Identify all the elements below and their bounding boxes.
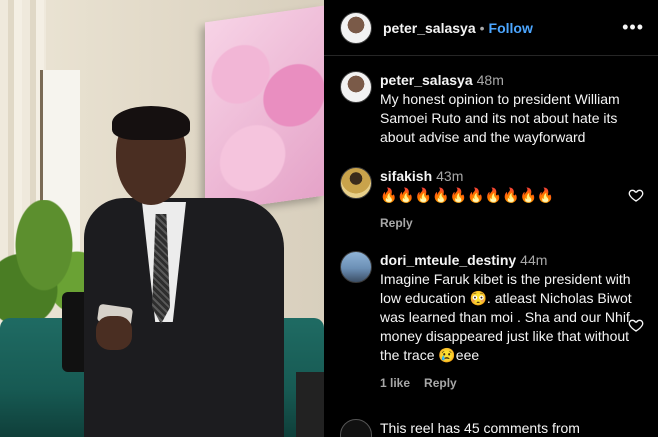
- comments-notice: This reel has 45 comments from: [340, 419, 644, 437]
- comments-list[interactable]: peter_salasya 48m My honest opinion to pr…: [324, 57, 658, 437]
- notice-icon: [340, 419, 372, 437]
- speaker: [296, 372, 324, 437]
- comment-actions: Reply: [380, 214, 644, 233]
- hand: [96, 316, 132, 350]
- reel-video[interactable]: [0, 0, 324, 437]
- hair: [112, 106, 190, 140]
- caption-text: My honest opinion to president William S…: [380, 91, 620, 145]
- comment-item: dori_mteule_destiny 44m Imagine Faruk kib…: [340, 251, 644, 393]
- author-avatar[interactable]: [340, 11, 372, 44]
- follow-button[interactable]: Follow: [489, 20, 533, 36]
- commenter-avatar[interactable]: [340, 167, 372, 199]
- caption-time: 48m: [476, 72, 504, 88]
- reply-button[interactable]: Reply: [380, 214, 413, 233]
- comment-time: 43m: [436, 168, 464, 184]
- caption: peter_salasya 48m My honest opinion to pr…: [340, 71, 644, 147]
- heart-icon[interactable]: [628, 317, 644, 333]
- comment-text: Imagine Faruk kibet is the president wit…: [380, 271, 632, 363]
- heart-icon[interactable]: [628, 187, 644, 203]
- likes-count[interactable]: 1 like: [380, 374, 410, 393]
- reply-button[interactable]: Reply: [424, 374, 457, 393]
- comment-text: 🔥🔥🔥🔥🔥🔥🔥🔥🔥🔥: [380, 187, 555, 203]
- post-header: peter_salasya • Follow •••: [324, 0, 658, 56]
- comment-username[interactable]: sifakish: [380, 168, 432, 184]
- more-options-icon[interactable]: •••: [622, 17, 644, 38]
- speaker-person: [84, 106, 284, 437]
- comments-panel: peter_salasya • Follow ••• peter_salasya…: [324, 0, 658, 437]
- author-username[interactable]: peter_salasya: [383, 20, 476, 36]
- notice-text: This reel has 45 comments from: [380, 420, 580, 436]
- separator-dot: •: [479, 19, 485, 36]
- comment-item: sifakish 43m 🔥🔥🔥🔥🔥🔥🔥🔥🔥🔥 Reply: [340, 167, 644, 233]
- comment-time: 44m: [520, 252, 548, 268]
- caption-username[interactable]: peter_salasya: [380, 72, 473, 88]
- caption-avatar[interactable]: [340, 71, 372, 103]
- comment-username[interactable]: dori_mteule_destiny: [380, 252, 516, 268]
- comment-actions: 1 like Reply: [380, 374, 644, 393]
- commenter-avatar[interactable]: [340, 251, 372, 283]
